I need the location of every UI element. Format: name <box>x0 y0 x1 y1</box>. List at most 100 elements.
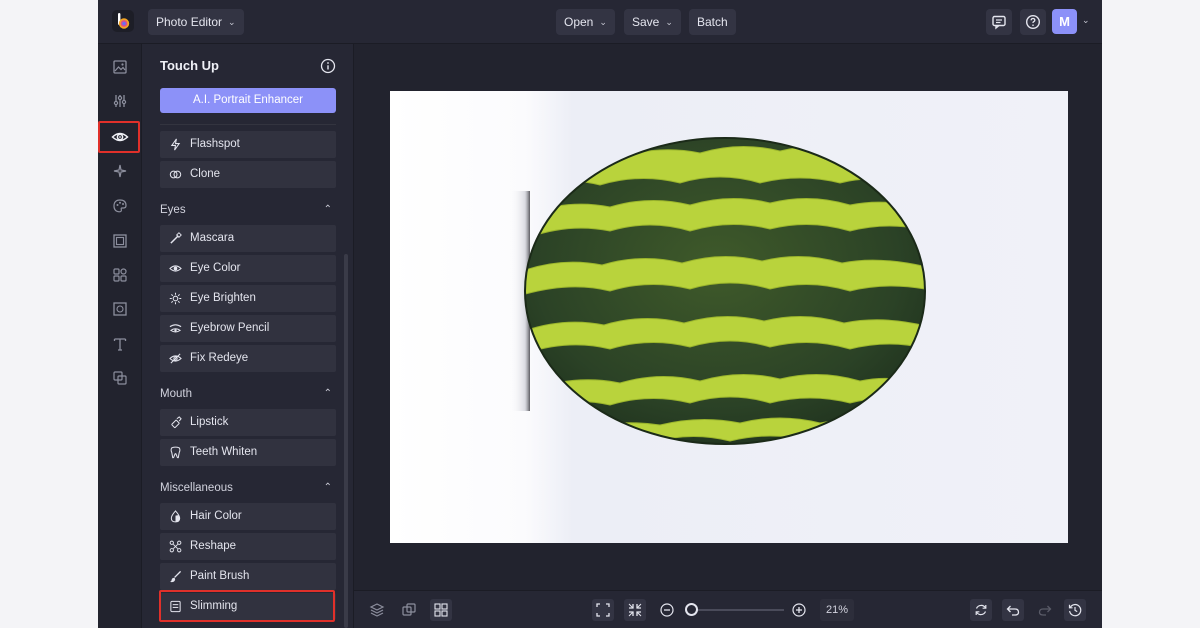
clone-icon <box>169 170 182 179</box>
expand-icon <box>596 603 610 617</box>
sliders-icon[interactable] <box>109 90 131 112</box>
photo-canvas[interactable] <box>390 91 1068 543</box>
refresh-icon <box>975 604 987 616</box>
panel-title: Touch Up <box>160 58 219 73</box>
zoom-slider-track[interactable] <box>690 609 784 611</box>
chevron-down-icon: ⌄ <box>228 17 236 27</box>
ai-portrait-enhancer-button[interactable]: A.I. Portrait Enhancer <box>160 88 336 113</box>
reshape-icon <box>169 540 182 553</box>
compare-icon <box>402 603 416 616</box>
tool-label: Eyebrow Pencil <box>190 322 270 334</box>
history-icon <box>1068 603 1082 617</box>
chevron-up-icon: ⌃ <box>323 482 332 493</box>
drop-icon <box>170 510 181 523</box>
section-title: Mouth <box>160 388 192 400</box>
shapes-icon[interactable] <box>109 264 131 286</box>
palette-icon[interactable] <box>109 195 131 217</box>
help-button[interactable] <box>1020 9 1046 35</box>
batch-button[interactable]: Batch <box>689 9 736 35</box>
sun-icon <box>169 292 182 305</box>
section-title: Eyes <box>160 204 186 216</box>
tooth-icon <box>170 446 181 459</box>
tool-hair-color[interactable]: Hair Color <box>160 503 336 530</box>
watermelon-image <box>510 137 926 445</box>
section-mouth[interactable]: Mouth ⌃ <box>160 385 336 403</box>
tool-label: Flashspot <box>190 138 240 150</box>
history-button[interactable] <box>1064 599 1086 621</box>
zoom-out-button[interactable] <box>656 599 678 621</box>
comment-icon <box>992 15 1006 30</box>
tool-label: Paint Brush <box>190 570 250 582</box>
save-menu[interactable]: Save ⌄ <box>624 9 681 35</box>
actual-size-button[interactable] <box>624 599 646 621</box>
section-title: Miscellaneous <box>160 482 233 494</box>
redo-button[interactable] <box>1034 599 1056 621</box>
sparkle-icon[interactable] <box>109 160 131 182</box>
chevron-down-icon[interactable]: ⌄ <box>1082 15 1090 26</box>
grid-view-button[interactable] <box>430 599 452 621</box>
sync-button[interactable] <box>970 599 992 621</box>
redeye-icon <box>169 353 182 364</box>
panel-scrollbar[interactable] <box>344 254 348 628</box>
undo-button[interactable] <box>1002 599 1024 621</box>
comments-button[interactable] <box>986 9 1012 35</box>
tool-eye-color[interactable]: Eye Color <box>160 255 336 282</box>
tool-fix-redeye[interactable]: Fix Redeye <box>160 345 336 372</box>
help-icon <box>1025 14 1041 30</box>
redo-icon <box>1038 605 1052 616</box>
tool-eye-brighten[interactable]: Eye Brighten <box>160 285 336 312</box>
zoom-level[interactable]: 21% <box>820 599 854 621</box>
fit-screen-button[interactable] <box>592 599 614 621</box>
frame-icon[interactable] <box>109 230 131 252</box>
tool-label: Fix Redeye <box>190 352 249 364</box>
zoom-slider-handle[interactable] <box>685 603 698 616</box>
layers-icon[interactable] <box>109 367 131 389</box>
zoom-in-button[interactable] <box>788 599 810 621</box>
active-tool-highlight <box>98 121 140 153</box>
tool-eyebrow-pencil[interactable]: Eyebrow Pencil <box>160 315 336 342</box>
app-title-dropdown[interactable]: Photo Editor ⌄ <box>148 9 244 35</box>
info-icon[interactable] <box>320 58 336 74</box>
touch-up-panel: Touch Up A.I. Portrait Enhancer Flashspo… <box>142 44 354 628</box>
divider <box>160 124 336 125</box>
eye-color-icon <box>169 265 182 272</box>
tool-reshape[interactable]: Reshape <box>160 533 336 560</box>
tool-label: Lipstick <box>190 416 229 428</box>
open-label: Open <box>564 15 594 29</box>
tool-label: Eye Brighten <box>190 292 256 304</box>
tool-flashspot[interactable]: Flashspot <box>160 131 336 158</box>
top-bar: Photo Editor ⌄ Open ⌄ Save ⌄ Batch M ⌄ <box>98 0 1102 44</box>
flash-icon <box>170 138 181 151</box>
tool-paint-brush[interactable]: Paint Brush <box>160 563 336 590</box>
open-menu[interactable]: Open ⌄ <box>556 9 615 35</box>
tool-mascara[interactable]: Mascara <box>160 225 336 252</box>
tool-clone[interactable]: Clone <box>160 161 336 188</box>
text-icon[interactable] <box>109 333 131 355</box>
save-label: Save <box>632 15 660 29</box>
section-miscellaneous[interactable]: Miscellaneous ⌃ <box>160 479 336 497</box>
app-logo[interactable] <box>112 10 134 32</box>
texture-icon[interactable] <box>109 298 131 320</box>
lipstick-icon <box>171 416 182 429</box>
brush-icon <box>170 570 182 583</box>
tool-lipstick[interactable]: Lipstick <box>160 409 336 436</box>
tool-label: Clone <box>190 168 221 180</box>
avatar[interactable]: M <box>1052 9 1077 34</box>
grid-icon <box>434 603 448 617</box>
compare-button[interactable] <box>398 599 420 621</box>
tool-label: Teeth Whiten <box>190 446 258 458</box>
eyebrow-icon <box>169 324 182 333</box>
chevron-up-icon: ⌃ <box>323 204 332 215</box>
tool-label: Hair Color <box>190 510 242 522</box>
tool-teeth-whiten[interactable]: Teeth Whiten <box>160 439 336 466</box>
layers-toggle[interactable] <box>366 599 388 621</box>
batch-label: Batch <box>697 15 728 29</box>
chevron-down-icon: ⌄ <box>665 17 673 27</box>
image-icon[interactable] <box>109 56 131 78</box>
tool-label: Eye Color <box>190 262 241 274</box>
section-eyes[interactable]: Eyes ⌃ <box>160 201 336 219</box>
photo-editor-app: Photo Editor ⌄ Open ⌄ Save ⌄ Batch M ⌄ T… <box>98 0 1102 628</box>
minus-icon <box>660 603 674 617</box>
undo-icon <box>1006 605 1020 616</box>
chevron-up-icon: ⌃ <box>323 388 332 399</box>
